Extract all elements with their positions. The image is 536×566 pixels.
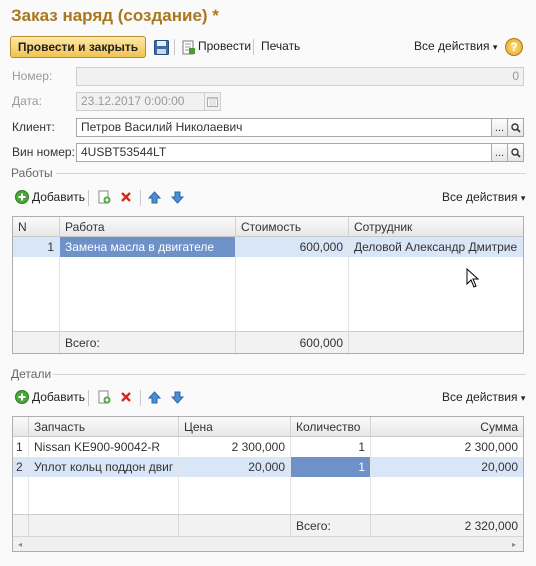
vin-label: Вин номер: (12, 145, 75, 159)
column-divider (235, 257, 236, 333)
column-divider (290, 477, 291, 515)
delete-icon[interactable] (118, 389, 134, 405)
toolbar-separator (174, 39, 175, 55)
column-header[interactable]: Сотрудник (349, 217, 523, 237)
table-row[interactable]: 1 Замена масла в двигателе 600,000 Делов… (13, 237, 523, 257)
table-row[interactable]: 1 Nissan KE900-90042-R 2 300,000 1 2 300… (13, 437, 523, 457)
scroll-right-icon[interactable]: ▸ (509, 539, 519, 549)
footer-cell (29, 514, 179, 536)
sum-cell[interactable]: 2 300,000 (371, 437, 523, 457)
toolbar-separator (140, 190, 141, 206)
qty-cell[interactable]: 1 (291, 437, 371, 457)
price-cell[interactable]: 20,000 (179, 457, 291, 477)
move-up-icon[interactable] (146, 189, 162, 205)
post-and-close-button[interactable]: Провести и закрыть (10, 36, 146, 58)
column-header[interactable]: N (13, 217, 60, 237)
works-table[interactable]: N Работа Стоимость Сотрудник 1 Замена ма… (12, 216, 524, 354)
part-cell[interactable]: Nissan KE900-90042-R (29, 437, 179, 457)
part-cell[interactable]: Уплот кольц поддон двиг (29, 457, 179, 477)
parts-total-label: Всего: (291, 514, 371, 536)
move-down-icon[interactable] (169, 189, 185, 205)
vin-field[interactable]: 4USBT53544LT (76, 143, 492, 162)
date-field[interactable]: 23.12.2017 0:00:00 (76, 92, 205, 111)
window-title: Заказ наряд (создание) * (11, 6, 219, 25)
add-icon[interactable] (14, 389, 30, 405)
all-actions-label: Все действия (442, 390, 518, 404)
dropdown-arrow-icon: ▾ (520, 393, 526, 403)
column-header[interactable]: Сумма (371, 417, 523, 437)
column-divider (370, 477, 371, 515)
table-row[interactable]: 2 Уплот кольц поддон двиг 20,000 1 20,00… (13, 457, 523, 477)
help-icon[interactable]: ? (505, 38, 523, 56)
column-header[interactable]: Запчасть (29, 417, 179, 437)
calendar-icon[interactable] (204, 92, 221, 111)
footer-cell (13, 331, 60, 353)
column-header[interactable] (13, 417, 29, 437)
save-icon[interactable] (152, 38, 170, 56)
footer-cell (349, 331, 523, 353)
column-header[interactable]: Стоимость (236, 217, 349, 237)
works-total-value: 600,000 (236, 331, 349, 353)
toolbar-separator (88, 190, 89, 206)
copy-row-icon[interactable] (96, 189, 112, 205)
cost-cell[interactable]: 600,000 (236, 237, 349, 257)
vin-select-button[interactable]: ... (491, 143, 508, 162)
post-document-icon[interactable] (180, 38, 196, 56)
column-header[interactable]: Работа (60, 217, 236, 237)
mouse-cursor-icon (466, 267, 480, 288)
row-number: 1 (13, 237, 60, 257)
client-field[interactable]: Петров Василий Николаевич (76, 118, 492, 137)
all-actions-label: Все действия (442, 190, 518, 204)
sum-cell[interactable]: 20,000 (371, 457, 523, 477)
works-total-label: Всего: (60, 331, 236, 353)
add-icon[interactable] (14, 189, 30, 205)
all-actions-menu[interactable]: Все действия ▾ (414, 39, 497, 53)
qty-cell[interactable]: 1 (291, 457, 371, 477)
works-section-title: Работы (11, 166, 53, 180)
parts-table[interactable]: Запчасть Цена Количество Сумма 1 Nissan … (12, 416, 524, 552)
scroll-left-icon[interactable]: ◂ (15, 539, 25, 549)
date-label: Дата: (12, 94, 42, 108)
parts-section-title: Детали (11, 367, 52, 381)
client-select-button[interactable]: ... (491, 118, 508, 137)
row-number: 2 (13, 457, 29, 477)
number-label: Номер: (12, 69, 53, 83)
print-button[interactable]: Печать (261, 39, 300, 53)
parts-all-actions-menu[interactable]: Все действия ▾ (442, 390, 525, 404)
section-divider (56, 173, 526, 174)
row-number: 1 (13, 437, 29, 457)
parts-add-button[interactable]: Добавить (32, 390, 85, 404)
toolbar-separator (140, 390, 141, 406)
toolbar-separator (88, 390, 89, 406)
vin-search-icon[interactable] (507, 143, 524, 162)
column-divider (348, 257, 349, 333)
works-add-button[interactable]: Добавить (32, 190, 85, 204)
employee-cell[interactable]: Деловой Александр Дмитрие (349, 237, 523, 257)
toolbar-separator (253, 39, 254, 55)
works-all-actions-menu[interactable]: Все действия ▾ (442, 190, 525, 204)
move-up-icon[interactable] (146, 389, 162, 405)
client-search-icon[interactable] (507, 118, 524, 137)
delete-icon[interactable] (118, 189, 134, 205)
footer-cell (179, 514, 291, 536)
dropdown-arrow-icon: ▾ (492, 42, 498, 52)
column-divider (178, 477, 179, 515)
copy-row-icon[interactable] (96, 389, 112, 405)
move-down-icon[interactable] (169, 389, 185, 405)
dropdown-arrow-icon: ▾ (520, 193, 526, 203)
all-actions-label: Все действия (414, 39, 490, 53)
horizontal-scrollbar[interactable]: ◂ ▸ (13, 536, 523, 551)
footer-cell (13, 514, 29, 536)
column-header[interactable]: Цена (179, 417, 291, 437)
parts-total-value: 2 320,000 (371, 514, 523, 536)
post-button[interactable]: Провести (198, 39, 251, 53)
section-divider (53, 374, 526, 375)
number-field[interactable]: 0 (76, 67, 524, 86)
client-label: Клиент: (12, 120, 55, 134)
column-header[interactable]: Количество (291, 417, 371, 437)
work-cell[interactable]: Замена масла в двигателе (60, 237, 236, 257)
column-divider (59, 257, 60, 333)
column-divider (28, 477, 29, 515)
price-cell[interactable]: 2 300,000 (179, 437, 291, 457)
